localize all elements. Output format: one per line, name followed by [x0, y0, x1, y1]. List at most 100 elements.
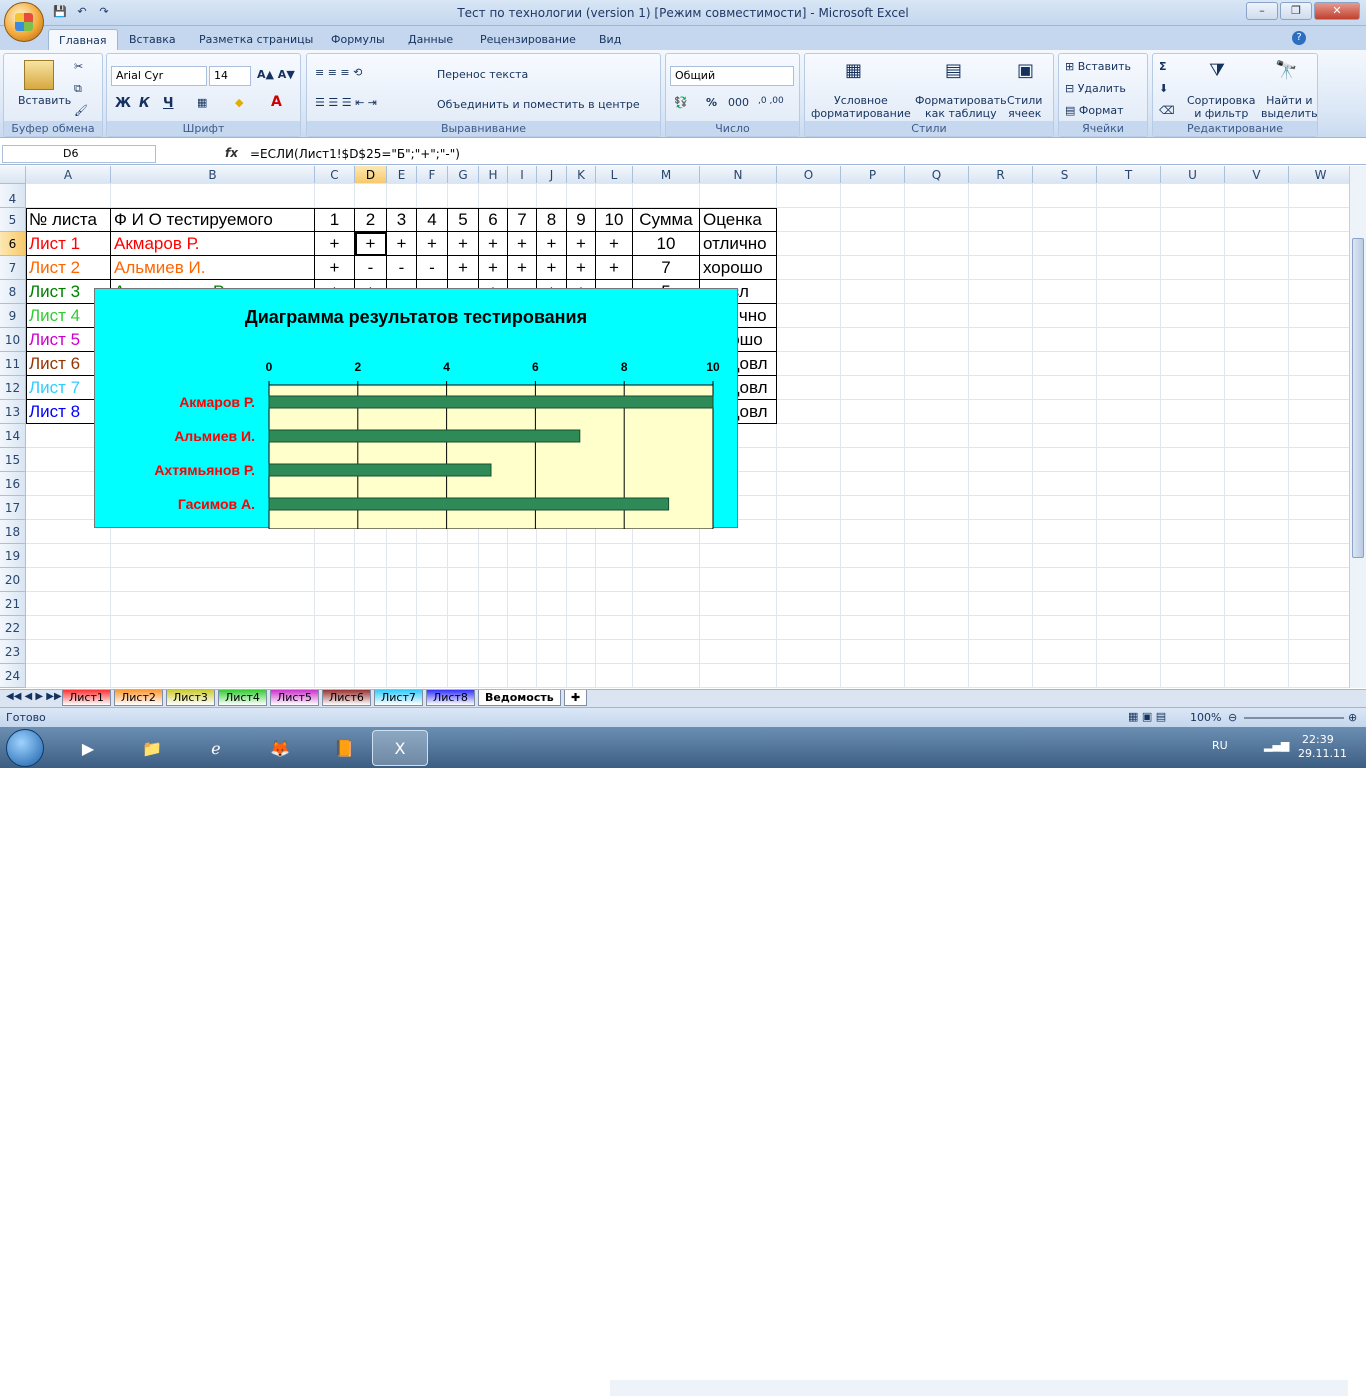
row-header-23[interactable]: 23: [0, 640, 26, 664]
column-header-i[interactable]: I: [508, 166, 537, 184]
row-header-16[interactable]: 16: [0, 472, 26, 496]
grade-cell[interactable]: отлично: [700, 232, 777, 256]
answer-cell[interactable]: -: [355, 256, 387, 280]
table-header-cell[interactable]: Оценка: [700, 208, 777, 232]
grade-cell[interactable]: хорошо: [700, 256, 777, 280]
row-header-20[interactable]: 20: [0, 568, 26, 592]
row-header-19[interactable]: 19: [0, 544, 26, 568]
language-indicator[interactable]: RU: [1212, 739, 1228, 752]
column-header-t[interactable]: T: [1097, 166, 1161, 184]
paste-button[interactable]: Вставить: [18, 94, 71, 107]
format-cells-button[interactable]: ▤ Формат: [1065, 104, 1124, 117]
office-button[interactable]: [4, 2, 44, 42]
thousands-button[interactable]: 000: [728, 96, 749, 109]
zoom-level[interactable]: 100%: [1190, 711, 1221, 724]
student-name-cell[interactable]: Альмиев И.: [111, 256, 315, 280]
currency-icon[interactable]: 💱: [674, 96, 688, 109]
table-header-cell[interactable]: 9: [567, 208, 596, 232]
select-all-corner[interactable]: [0, 166, 26, 184]
answer-cell[interactable]: +: [448, 232, 479, 256]
column-header-l[interactable]: L: [596, 166, 633, 184]
row-header-17[interactable]: 17: [0, 496, 26, 520]
paste-icon[interactable]: [24, 60, 54, 90]
excel-taskbar-icon[interactable]: X: [372, 730, 428, 766]
answer-cell[interactable]: +: [567, 232, 596, 256]
media-player-icon[interactable]: ▶: [60, 730, 116, 766]
zoom-in-icon[interactable]: ⊕: [1348, 711, 1357, 724]
answer-cell[interactable]: +: [448, 256, 479, 280]
row-header-5[interactable]: 5: [0, 208, 26, 232]
start-button[interactable]: [6, 729, 44, 767]
explorer-icon[interactable]: 📁: [124, 730, 180, 766]
answer-cell[interactable]: +: [315, 256, 355, 280]
zoom-out-icon[interactable]: ⊖: [1228, 711, 1237, 724]
table-header-cell[interactable]: 10: [596, 208, 633, 232]
student-name-cell[interactable]: Акмаров Р.: [111, 232, 315, 256]
align-top-icon[interactable]: ≡ ≡ ≡ ⟲: [315, 66, 362, 79]
vertical-scrollbar[interactable]: [1349, 166, 1366, 688]
table-header-cell[interactable]: 2: [355, 208, 387, 232]
cell-styles-icon[interactable]: ▣: [1017, 60, 1034, 81]
column-header-f[interactable]: F: [417, 166, 448, 184]
column-header-d[interactable]: D: [355, 166, 387, 184]
table-header-cell[interactable]: Ф И О тестируемого: [111, 208, 315, 232]
column-header-a[interactable]: A: [26, 166, 111, 184]
insert-sheet-icon[interactable]: ✚: [564, 690, 588, 706]
clock-time[interactable]: 22:39: [1302, 733, 1334, 746]
view-buttons[interactable]: ▦ ▣ ▤: [1128, 710, 1166, 723]
answer-cell[interactable]: -: [387, 256, 417, 280]
answer-cell[interactable]: +: [567, 256, 596, 280]
column-header-o[interactable]: O: [777, 166, 841, 184]
borders-icon[interactable]: ▦: [197, 96, 207, 109]
row-header-6[interactable]: 6: [0, 232, 26, 256]
chart[interactable]: Диаграмма результатов тестирования 02468…: [94, 288, 738, 529]
answer-cell[interactable]: +: [387, 232, 417, 256]
app-icon[interactable]: 📙: [316, 730, 372, 766]
sum-cell[interactable]: 7: [633, 256, 700, 280]
answer-cell[interactable]: +: [417, 232, 448, 256]
horizontal-scrollbar[interactable]: [610, 1380, 1348, 1396]
sheet-tab-5[interactable]: Лист5: [270, 690, 319, 706]
tab-formulas[interactable]: Формулы: [321, 29, 395, 50]
tab-page-layout[interactable]: Разметка страницы: [189, 29, 323, 50]
row-header-12[interactable]: 12: [0, 376, 26, 400]
minimize-button[interactable]: –: [1246, 2, 1278, 20]
zoom-slider[interactable]: [1244, 717, 1344, 719]
merge-center-button[interactable]: Объединить и поместить в центре: [437, 98, 640, 111]
italic-button[interactable]: К: [139, 96, 150, 111]
font-name-select[interactable]: Arial Cyr: [111, 66, 207, 86]
row-header-24[interactable]: 24: [0, 664, 26, 688]
format-as-table-button[interactable]: Форматировать как таблицу: [915, 94, 1007, 120]
answer-cell[interactable]: +: [596, 256, 633, 280]
answer-cell[interactable]: +: [537, 232, 567, 256]
table-header-cell[interactable]: 6: [479, 208, 508, 232]
grow-font-icon[interactable]: A▲ A▼: [257, 68, 295, 81]
underline-button[interactable]: Ч: [163, 96, 174, 111]
fill-color-icon[interactable]: ◆: [235, 96, 243, 109]
column-header-v[interactable]: V: [1225, 166, 1289, 184]
sheet-tab-4[interactable]: Лист4: [218, 690, 267, 706]
formula-input[interactable]: =ЕСЛИ(Лист1!$D$25="Б";"+";"-"): [250, 147, 460, 161]
column-header-r[interactable]: R: [969, 166, 1033, 184]
sheet-tab-1[interactable]: Лист1: [62, 690, 111, 706]
column-header-k[interactable]: K: [567, 166, 596, 184]
row-header-9[interactable]: 9: [0, 304, 26, 328]
answer-cell[interactable]: +: [315, 232, 355, 256]
sheet-tab-3[interactable]: Лист3: [166, 690, 215, 706]
conditional-formatting-icon[interactable]: ▦: [845, 60, 862, 81]
column-header-q[interactable]: Q: [905, 166, 969, 184]
insert-cells-button[interactable]: ⊞ Вставить: [1065, 60, 1131, 73]
help-icon[interactable]: ?: [1292, 31, 1306, 45]
clear-icon[interactable]: ⌫: [1159, 104, 1175, 117]
sheet-tab-6[interactable]: Лист6: [322, 690, 371, 706]
row-header-10[interactable]: 10: [0, 328, 26, 352]
format-painter-icon[interactable]: 🖌: [74, 104, 88, 117]
row-header-14[interactable]: 14: [0, 424, 26, 448]
sort-filter-icon[interactable]: ⧩: [1209, 60, 1225, 81]
row-header-22[interactable]: 22: [0, 616, 26, 640]
fill-icon[interactable]: ⬇: [1159, 82, 1168, 95]
answer-cell[interactable]: +: [596, 232, 633, 256]
tab-review[interactable]: Рецензирование: [470, 29, 586, 50]
sheet-tab-7[interactable]: Лист7: [374, 690, 423, 706]
sheet-nav-icon[interactable]: ◀◀ ◀ ▶ ▶▶: [6, 691, 62, 702]
